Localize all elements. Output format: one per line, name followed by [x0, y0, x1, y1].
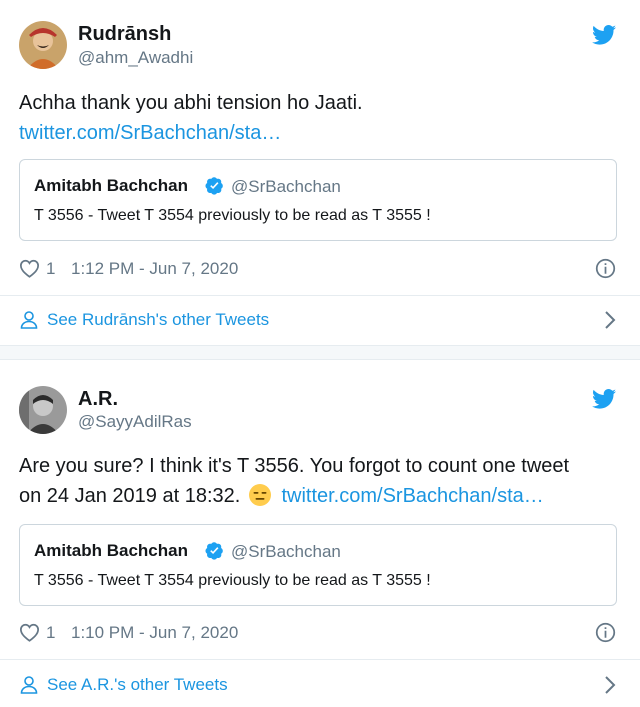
tweet-meta: 1 1:10 PM - Jun 7, 2020	[19, 621, 618, 645]
tweet-text-line2: on 24 Jan 2019 at 18:32.	[19, 485, 241, 507]
tweet-separator	[0, 345, 640, 360]
divider	[0, 659, 640, 660]
see-other-tweets-link[interactable]: See A.R.'s other Tweets	[20, 671, 616, 699]
quoted-tweet-text: T 3556 - Tweet T 3554 previously to be r…	[34, 207, 431, 224]
avatar[interactable]	[19, 386, 67, 434]
see-other-tweets-link[interactable]: See Rudrānsh's other Tweets	[20, 306, 616, 334]
tweet-card-rudransh: Rudrānsh @ahm_Awadhi Achha thank you abh…	[0, 0, 640, 345]
tweet-text: Achha thank you abhi tension ho Jaati. t…	[19, 88, 618, 148]
info-icon[interactable]	[595, 258, 616, 279]
chevron-right-icon	[605, 311, 616, 329]
user-icon	[20, 676, 38, 694]
tweet-text: Are you sure? I think it's T 3556. You f…	[19, 451, 618, 511]
author-name[interactable]: A.R.	[78, 388, 118, 411]
tweet-text-line: on 24 Jan 2019 at 18:32. twitter.com/SrB…	[19, 481, 618, 511]
quoted-tweet[interactable]: Amitabh Bachchan @SrBachchan T 3556 - Tw…	[19, 159, 617, 241]
quoted-author-name: Amitabh Bachchan	[34, 176, 188, 195]
verified-badge-icon	[205, 542, 223, 560]
quoted-tweet-text: T 3556 - Tweet T 3554 previously to be r…	[34, 572, 431, 589]
author-handle[interactable]: @ahm_Awadhi	[78, 48, 193, 68]
tweet-text-line: Achha thank you abhi tension ho Jaati.	[19, 92, 363, 114]
author-handle[interactable]: @SayyAdilRas	[78, 412, 192, 432]
quoted-author-handle: @SrBachchan	[231, 177, 341, 196]
info-icon[interactable]	[595, 622, 616, 643]
quoted-author-handle: @SrBachchan	[231, 542, 341, 561]
quoted-tweet[interactable]: Amitabh Bachchan @SrBachchan T 3556 - Tw…	[19, 524, 617, 606]
verified-badge-icon	[205, 177, 223, 195]
see-other-tweets-label: See Rudrānsh's other Tweets	[47, 310, 270, 329]
heart-icon[interactable]	[19, 623, 40, 642]
twitter-bird-icon[interactable]	[592, 25, 616, 45]
tweet-timestamp[interactable]: 1:10 PM - Jun 7, 2020	[71, 623, 238, 643]
author-name[interactable]: Rudrānsh	[78, 23, 171, 46]
divider	[0, 295, 640, 296]
tweet-link[interactable]: twitter.com/SrBachchan/sta…	[281, 485, 543, 507]
twitter-bird-icon[interactable]	[592, 389, 616, 409]
heart-icon[interactable]	[19, 259, 40, 278]
expressionless-face-emoji	[248, 484, 271, 506]
avatar[interactable]	[19, 21, 67, 69]
tweet-card-ar: A.R. @SayyAdilRas Are you sure? I think …	[0, 360, 640, 707]
tweet-timestamp[interactable]: 1:12 PM - Jun 7, 2020	[71, 259, 238, 279]
quoted-author-name: Amitabh Bachchan	[34, 541, 188, 560]
tweet-text-line: Are you sure? I think it's T 3556. You f…	[19, 455, 570, 477]
like-count[interactable]: 1	[46, 259, 55, 279]
like-count[interactable]: 1	[46, 623, 55, 643]
see-other-tweets-label: See A.R.'s other Tweets	[47, 675, 228, 694]
user-icon	[20, 311, 38, 329]
tweet-meta: 1 1:12 PM - Jun 7, 2020	[19, 257, 618, 281]
chevron-right-icon	[605, 676, 616, 694]
tweet-link[interactable]: twitter.com/SrBachchan/sta…	[19, 118, 618, 148]
